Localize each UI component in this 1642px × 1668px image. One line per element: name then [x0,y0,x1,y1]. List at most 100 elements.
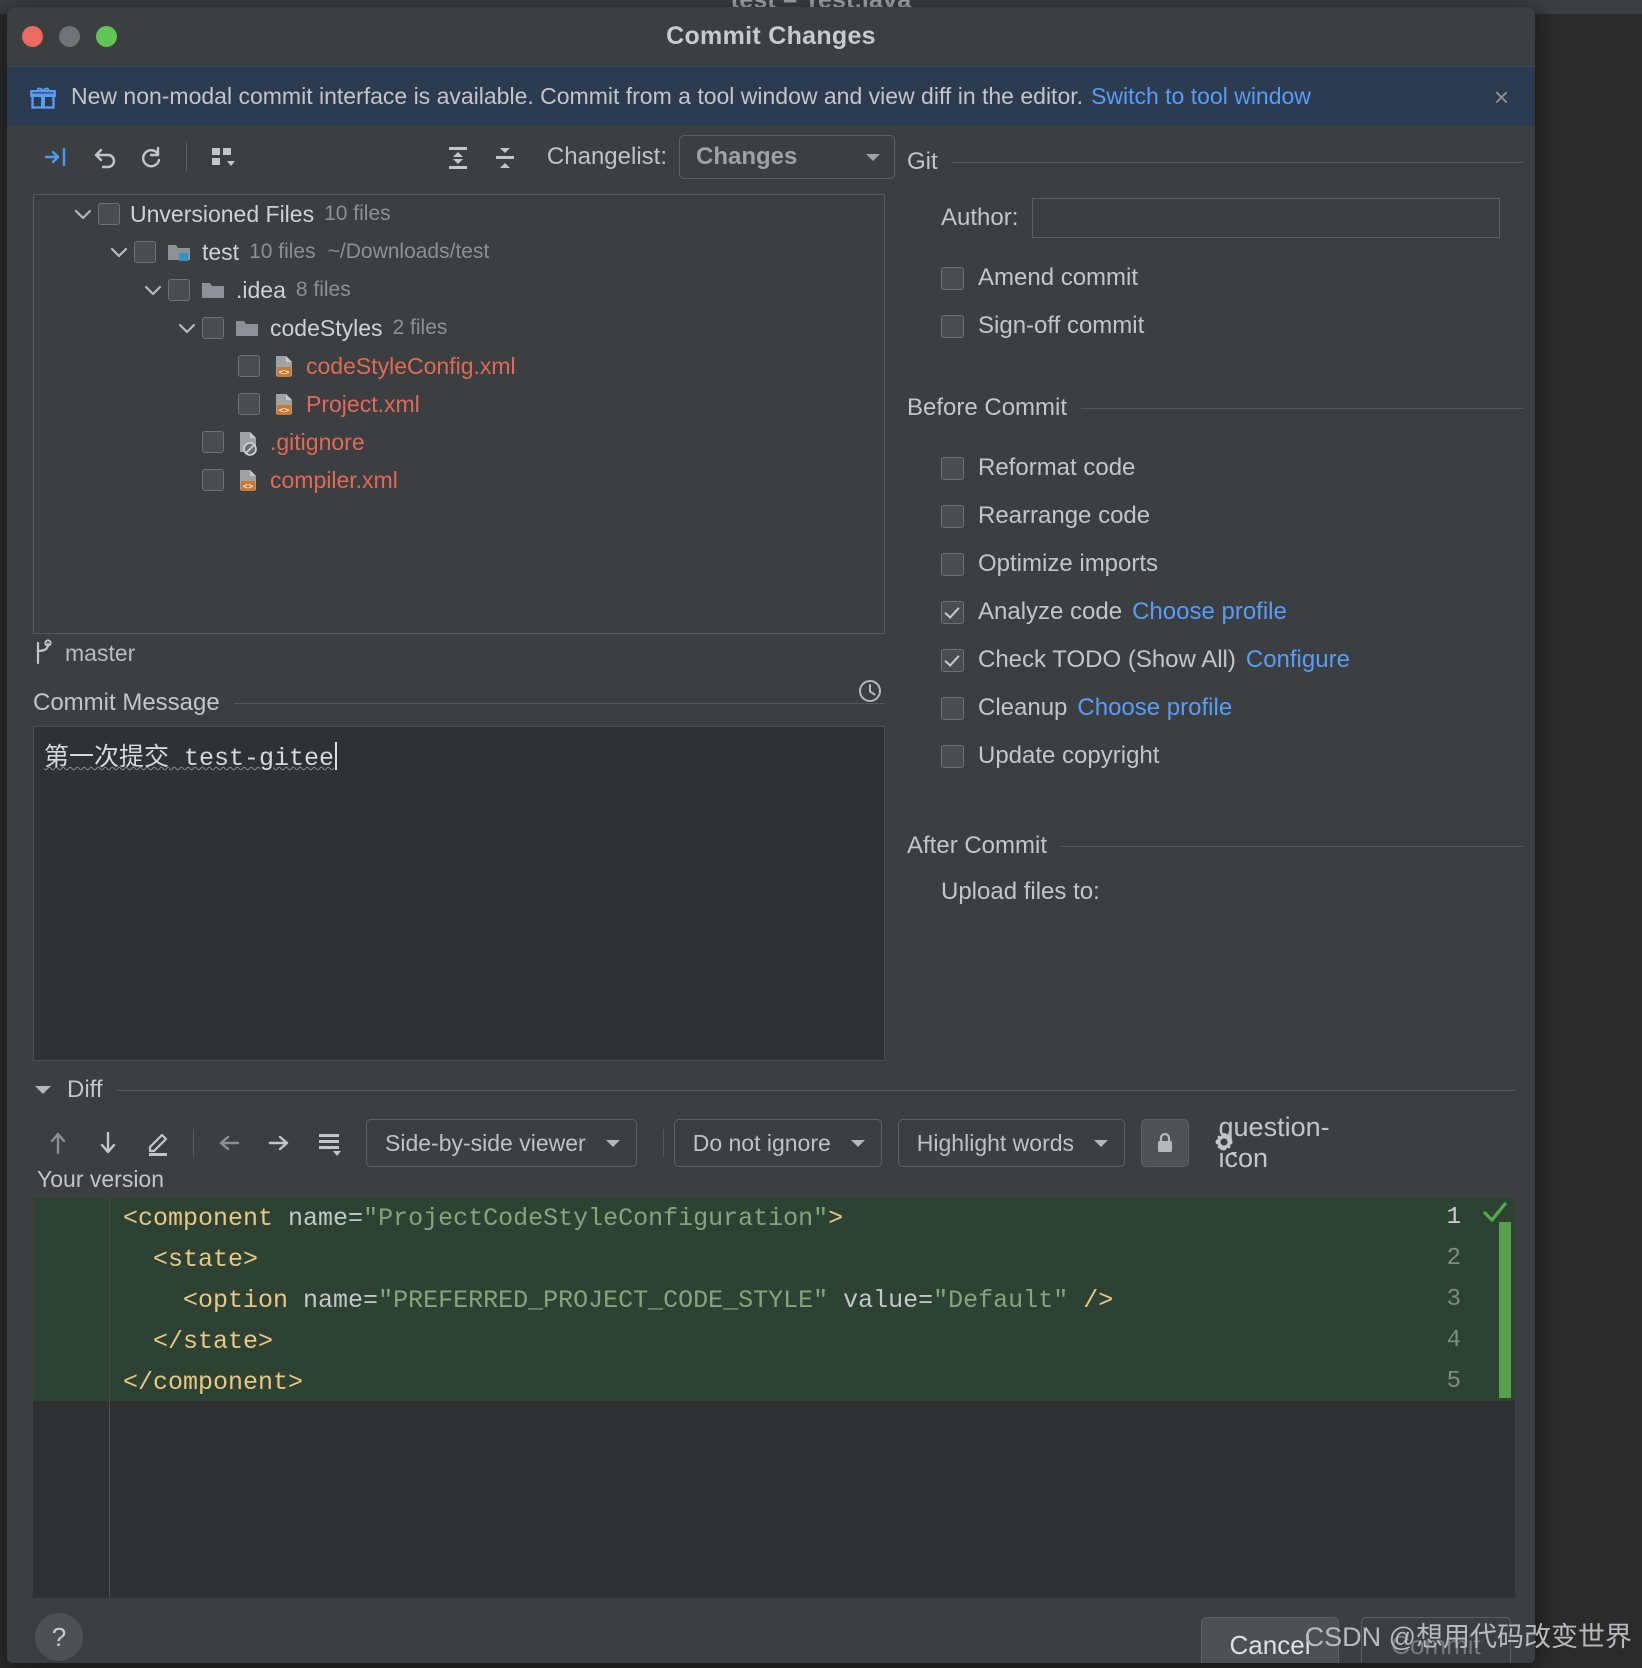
reformat-code-option[interactable]: Reformat code [941,444,1521,492]
question-icon[interactable]: question-icon [1219,1112,1330,1173]
check-todo-option[interactable]: Check TODO (Show All) Configure [941,636,1521,684]
rearrange-code-checkbox[interactable] [941,504,964,528]
table-row[interactable]: Unversioned Files 10 files [34,195,884,233]
check-todo-checkbox[interactable] [941,648,964,672]
update-copyright-option[interactable]: Update copyright [941,732,1521,780]
switch-to-tool-window-link[interactable]: Switch to tool window [1091,83,1311,110]
line-number: 5 [1446,1368,1461,1395]
highlight-mode-select[interactable]: Highlight words [897,1119,1126,1167]
commit-message-header: Commit Message [33,680,885,717]
minimize-window-button[interactable] [59,26,80,47]
tree-node-path: ~/Downloads/test [327,240,490,263]
cleanup-checkbox[interactable] [941,696,964,720]
diff-code-view[interactable]: 1 2 3 4 5 <component name="ProjectCodeSt… [33,1198,1515,1598]
edit-source-icon[interactable] [133,1121,183,1165]
collapse-unchanged-icon[interactable] [304,1121,354,1165]
table-row[interactable]: .gitignore [34,423,884,461]
collapse-all-icon[interactable] [482,137,529,177]
triangle-down-icon[interactable] [33,1083,53,1097]
close-window-button[interactable] [22,26,43,47]
chevron-down-icon [605,1140,620,1147]
table-row[interactable]: <> codeStyleConfig.xml [34,347,884,385]
row-checkbox[interactable] [202,469,224,491]
diff-scroll-marker[interactable] [1499,1222,1511,1398]
accept-right-icon[interactable] [254,1121,304,1165]
chevron-down-icon[interactable] [68,208,98,220]
signoff-commit-option[interactable]: Sign-off commit [941,302,1501,350]
dialog-title: Commit Changes [666,22,876,50]
optimize-imports-option[interactable]: Optimize imports [941,540,1521,588]
git-section-title: Git [907,148,938,175]
group-by-icon[interactable] [199,137,246,177]
lock-icon[interactable] [1141,1119,1190,1167]
before-commit-section-header: Before Commit [907,394,1523,422]
author-label: Author: [941,204,1019,231]
table-row[interactable]: <> compiler.xml [34,461,884,499]
table-row[interactable]: .idea 8 files [34,271,884,309]
diff-section-header[interactable]: Diff [33,1076,1515,1104]
refresh-icon[interactable] [127,137,174,177]
gift-icon [30,87,56,109]
git-section-header: Git [907,148,1523,176]
author-field[interactable] [1032,198,1501,238]
tree-node-label: Project.xml [306,390,420,417]
diff-pane-title: Your version [37,1166,165,1192]
cleanup-label: Cleanup [978,694,1068,721]
row-checkbox[interactable] [202,317,224,339]
table-row[interactable]: <> Project.xml [34,385,884,423]
cleanup-option[interactable]: Cleanup Choose profile [941,684,1521,732]
row-checkbox[interactable] [238,393,260,415]
maximize-window-button[interactable] [96,26,117,47]
help-button[interactable]: ? [35,1613,83,1661]
accept-left-icon[interactable] [204,1121,254,1165]
reformat-code-checkbox[interactable] [941,456,964,480]
previous-difference-icon[interactable] [33,1121,83,1165]
toolbar-divider [186,142,188,172]
signoff-commit-checkbox[interactable] [941,314,964,338]
changelist-select[interactable]: Changes [679,135,895,179]
rearrange-code-option[interactable]: Rearrange code [941,492,1521,540]
after-commit-title: After Commit [907,832,1048,859]
highlight-mode-value: Highlight words [916,1129,1075,1156]
code-line: <component name="ProjectCodeStyleConfigu… [123,1204,844,1233]
viewer-mode-select[interactable]: Side-by-side viewer [366,1119,637,1167]
commit-message-input[interactable]: 第一次提交 test-gitee [33,726,885,1061]
chevron-down-icon[interactable] [104,246,134,258]
amend-commit-checkbox[interactable] [941,266,964,290]
next-difference-icon[interactable] [83,1121,133,1165]
changed-files-tree[interactable]: Unversioned Files 10 files test 10 files… [33,194,885,634]
move-to-another-changelist-icon[interactable] [33,137,80,177]
analyze-code-profile-link[interactable]: Choose profile [1132,598,1287,626]
row-checkbox[interactable] [238,355,260,377]
chevron-down-icon[interactable] [138,284,168,296]
window-controls[interactable] [22,26,117,47]
analyze-code-checkbox[interactable] [941,600,964,624]
ignore-mode-select[interactable]: Do not ignore [673,1119,882,1167]
git-options: Amend commit Sign-off commit [941,254,1501,350]
section-rule [233,702,885,704]
row-checkbox[interactable] [98,203,120,225]
diff-ok-check-icon [1483,1202,1507,1222]
analyze-code-option[interactable]: Analyze code Choose profile [941,588,1521,636]
optimize-imports-checkbox[interactable] [941,552,964,576]
chevron-down-icon[interactable] [172,322,202,334]
cleanup-profile-link[interactable]: Choose profile [1077,694,1232,722]
chevron-down-icon [1094,1140,1109,1147]
row-checkbox[interactable] [134,241,156,263]
xml-file-icon: <> [270,354,298,378]
expand-all-icon[interactable] [435,137,482,177]
row-checkbox[interactable] [202,431,224,453]
before-commit-title: Before Commit [907,394,1068,421]
table-row[interactable]: test 10 files ~/Downloads/test [34,233,884,271]
rollback-icon[interactable] [80,137,127,177]
row-checkbox[interactable] [168,279,190,301]
close-banner-icon[interactable]: × [1494,84,1509,110]
history-clock-icon[interactable] [855,676,885,711]
tree-node-label: .gitignore [270,428,365,455]
ignored-file-icon [234,430,262,456]
update-copyright-checkbox[interactable] [941,744,964,768]
table-row[interactable]: codeStyles 2 files [34,309,884,347]
changelist-value: Changes [696,143,798,170]
amend-commit-option[interactable]: Amend commit [941,254,1501,302]
check-todo-configure-link[interactable]: Configure [1246,646,1350,674]
